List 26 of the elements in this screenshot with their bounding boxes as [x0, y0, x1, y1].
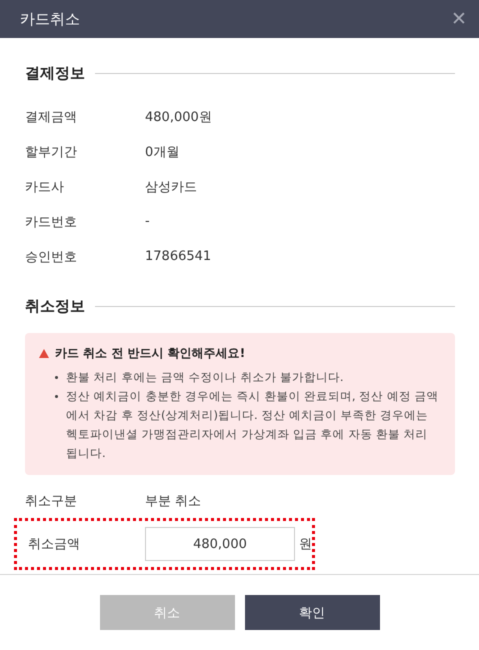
field-label: 결제금액 — [25, 108, 78, 126]
field-label: 취소금액 — [28, 536, 81, 553]
notice-text: 정산 예치금이 충분한 경우에는 즉시 환불이 완료되며, 정산 예정 금액에서 차감 후 정산(상계처리)됩니다. 정산 예치금이 부족한 경우에는 헥토파이낸셜 가맹점관리자에서 가상계좌 입금 후에 자동 환불 처리 됩니다. — [66, 388, 440, 462]
field-value: - — [145, 214, 150, 229]
field-label: 할부기간 — [25, 144, 78, 160]
field-label: 승인번호 — [25, 248, 78, 266]
unit-label: 원 — [299, 536, 312, 553]
section-title: 결제정보 — [25, 64, 85, 83]
field-value: 부분 취소 — [145, 492, 202, 510]
field-label: 카드번호 — [25, 214, 78, 230]
field-value: 17866541 — [145, 249, 212, 264]
notice-title: 카드 취소 전 반드시 확인해주세요! — [55, 345, 246, 362]
bullet-icon — [55, 376, 58, 379]
notice-text: 환불 처리 후에는 금액 수정이나 취소가 불가합니다. — [66, 369, 344, 386]
field-value: 삼성카드 — [145, 178, 197, 196]
confirm-button[interactable]: 확인 — [244, 595, 380, 630]
window-title: 카드취소 — [20, 10, 80, 28]
field-label: 취소구분 — [25, 492, 78, 510]
close-button[interactable]: ✕ — [451, 7, 467, 31]
bullet-icon — [55, 395, 58, 398]
field-value: 480,000원 — [145, 108, 212, 126]
amount-input[interactable]: 480,000 — [145, 527, 295, 561]
field-label: 카드사 — [25, 178, 65, 196]
warning-icon — [39, 349, 49, 358]
field-value: 0개월 — [145, 144, 180, 160]
section-title: 취소정보 — [25, 297, 85, 316]
